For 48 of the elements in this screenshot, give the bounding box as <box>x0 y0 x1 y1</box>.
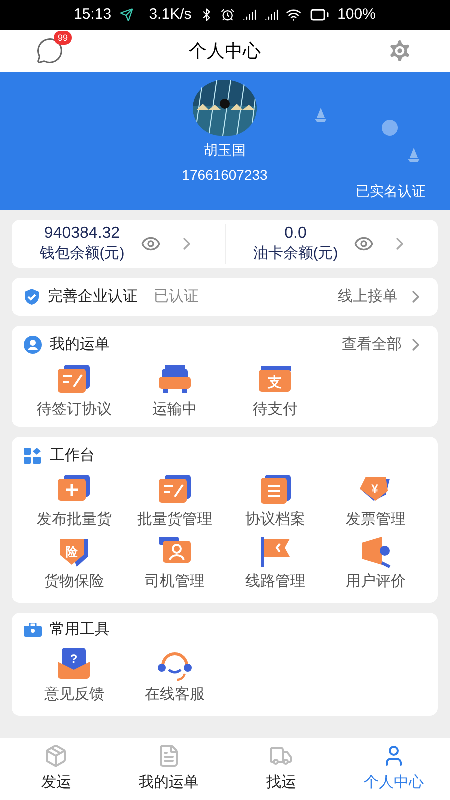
feature-label[interactable]: 发布批量货 <box>36 511 112 529</box>
balance-amount: 940384.32 <box>44 224 120 244</box>
nav-tab[interactable]: 找运 <box>225 738 338 800</box>
shield-check-icon <box>24 289 40 305</box>
nav-tab[interactable]: 我的运单 <box>112 738 225 800</box>
phone-number: 17661607233 <box>182 166 268 185</box>
sailboat-icon <box>315 108 327 122</box>
network-speed: 3.1K/s <box>149 4 192 25</box>
alarm-icon <box>221 8 236 22</box>
grid-icon <box>24 448 42 464</box>
certification-card[interactable]: 完善企业认证 已认证 线上接单 <box>12 278 438 316</box>
feature-label[interactable]: 货物保险 <box>44 573 104 591</box>
user-name: 胡玉国 <box>204 141 246 160</box>
online-orders-link[interactable]: 线上接单 <box>338 286 398 308</box>
feature-label[interactable]: 司机管理 <box>144 573 205 591</box>
location-icon <box>120 8 134 22</box>
notification-badge: 99 <box>54 31 72 45</box>
feature-label[interactable]: 线路管理 <box>245 573 306 591</box>
feature-label[interactable]: 在线客服 <box>144 686 205 704</box>
view-all-link[interactable]: 查看全部 <box>342 334 402 356</box>
balance-label: 钱包余额(元) <box>40 244 125 264</box>
toolbox-icon <box>24 623 42 638</box>
feature-label[interactable]: 发票管理 <box>346 511 406 529</box>
bubble-icon <box>382 120 398 136</box>
section-title: 常用工具 <box>50 620 110 640</box>
feature-label[interactable]: 运输中 <box>152 400 198 418</box>
box-icon <box>44 744 68 768</box>
feature-label[interactable]: 意见反馈 <box>44 686 104 704</box>
section-title: 我的运单 <box>50 335 110 355</box>
balance-amount: 0.0 <box>284 224 307 244</box>
section-title: 工作台 <box>50 446 95 466</box>
battery-level: 100% <box>338 4 376 25</box>
certification-title: 完善企业认证 <box>48 286 138 307</box>
nav-tab[interactable]: 个人中心 <box>338 738 450 800</box>
feature-label[interactable]: 待签订协议 <box>36 400 112 418</box>
feature-label[interactable]: 协议档案 <box>245 511 306 529</box>
balance-label: 油卡余额(元) <box>253 244 338 264</box>
status-time: 15:13 <box>74 4 112 25</box>
verified-label: 已实名认证 <box>356 182 426 201</box>
wifi-icon <box>286 7 302 23</box>
user-icon <box>24 336 42 354</box>
page-title: 个人中心 <box>189 40 261 62</box>
feature-label[interactable]: 待支付 <box>252 400 298 418</box>
feature-label[interactable]: 批量货管理 <box>137 511 212 529</box>
certification-status: 已认证 <box>154 286 199 307</box>
sailboat-icon <box>408 148 420 162</box>
nav-tab[interactable]: 发运 <box>0 738 112 800</box>
feature-label[interactable]: 用户评价 <box>346 573 406 591</box>
